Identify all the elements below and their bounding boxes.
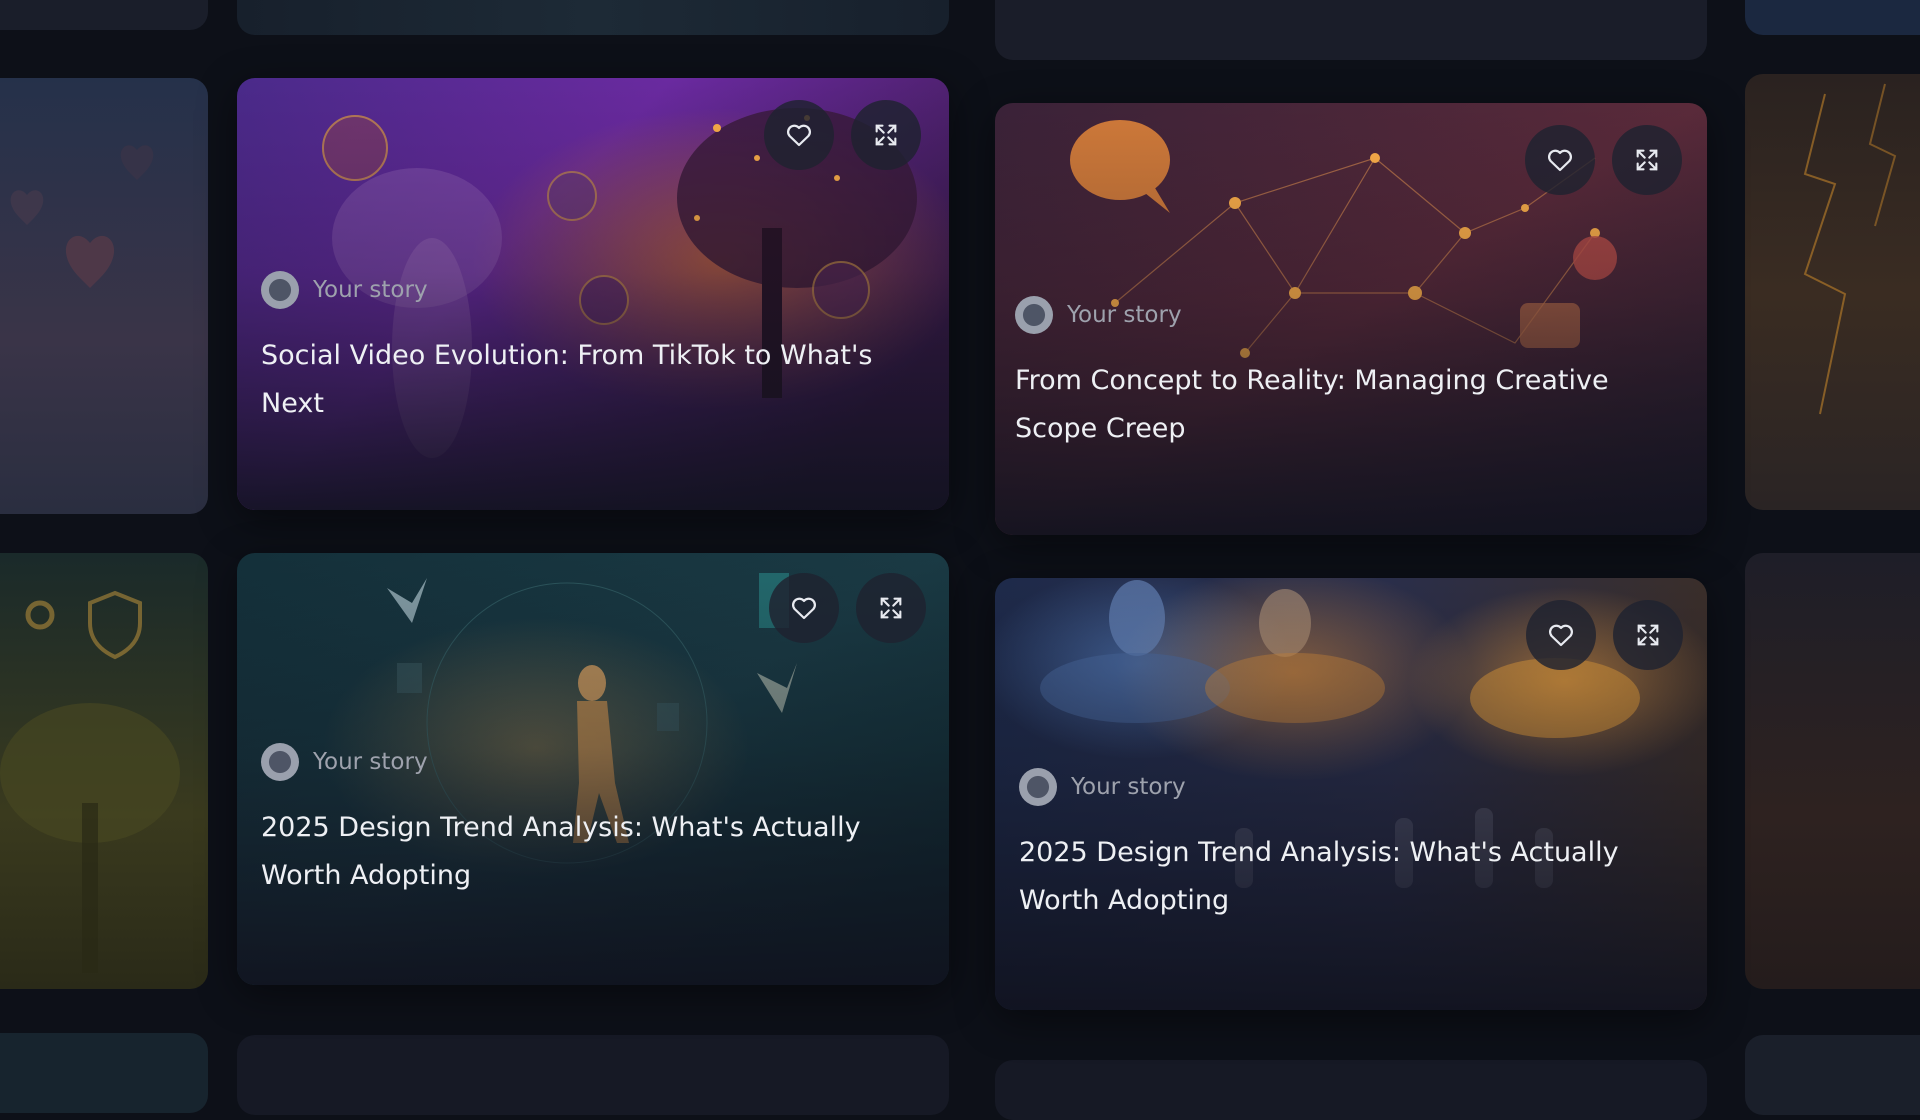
tree-art xyxy=(0,590,180,973)
author-row: Your story xyxy=(261,271,428,309)
story-card[interactable]: Your story From Concept to Reality: Mana… xyxy=(995,103,1707,535)
heart-icon xyxy=(792,597,816,620)
expand-icon xyxy=(880,597,902,619)
expand-button[interactable] xyxy=(856,573,926,643)
expand-button[interactable] xyxy=(1613,600,1683,670)
lightning-art xyxy=(1803,83,1897,415)
story-title[interactable]: 2025 Design Trend Analysis: What's Actua… xyxy=(261,804,901,900)
expand-icon xyxy=(1636,149,1658,171)
author-row: Your story xyxy=(1019,768,1186,806)
story-grid: Your story Social Video Evolution: From … xyxy=(0,0,1920,1120)
author-name: Your story xyxy=(1067,302,1182,328)
avatar xyxy=(261,271,299,309)
story-title[interactable]: 2025 Design Trend Analysis: What's Actua… xyxy=(1019,829,1679,925)
partial-card-right-2 xyxy=(1745,553,1920,989)
hearts-art xyxy=(10,145,154,288)
story-card[interactable]: Your story 2025 Design Trend Analysis: W… xyxy=(995,578,1707,1010)
expand-button[interactable] xyxy=(851,100,921,170)
partial-card-bottom-far-right xyxy=(1745,1035,1920,1115)
avatar xyxy=(261,743,299,781)
like-button[interactable] xyxy=(764,100,834,170)
author-name: Your story xyxy=(1071,774,1186,800)
avatar xyxy=(1015,296,1053,334)
author-name: Your story xyxy=(313,749,428,775)
expand-icon xyxy=(1637,624,1659,646)
avatar xyxy=(1019,768,1057,806)
like-button[interactable] xyxy=(1525,125,1595,195)
expand-button[interactable] xyxy=(1612,125,1682,195)
heart-icon xyxy=(1549,624,1573,647)
partial-card-left-2 xyxy=(0,553,208,989)
author-row: Your story xyxy=(1015,296,1182,334)
story-title[interactable]: From Concept to Reality: Managing Creati… xyxy=(1015,357,1675,453)
author-row: Your story xyxy=(261,743,428,781)
heart-icon xyxy=(787,124,811,147)
partial-card-left-1 xyxy=(0,78,208,514)
story-card[interactable]: Your story Social Video Evolution: From … xyxy=(237,78,949,510)
partial-card-top-middle xyxy=(237,0,949,35)
expand-icon xyxy=(875,124,897,146)
like-button[interactable] xyxy=(769,573,839,643)
partial-card-bottom-left xyxy=(0,1033,208,1113)
partial-card-top-left xyxy=(0,0,208,30)
story-card[interactable]: Your story 2025 Design Trend Analysis: W… xyxy=(237,553,949,985)
story-title[interactable]: Social Video Evolution: From TikTok to W… xyxy=(261,332,901,428)
partial-card-right-1 xyxy=(1745,74,1920,510)
partial-card-bottom-right xyxy=(995,1060,1707,1120)
partial-card-top-far-right xyxy=(1745,0,1920,35)
heart-icon xyxy=(1548,149,1572,172)
author-name: Your story xyxy=(313,277,428,303)
partial-card-bottom-middle xyxy=(237,1035,949,1115)
partial-card-top-right xyxy=(995,0,1707,60)
like-button[interactable] xyxy=(1526,600,1596,670)
